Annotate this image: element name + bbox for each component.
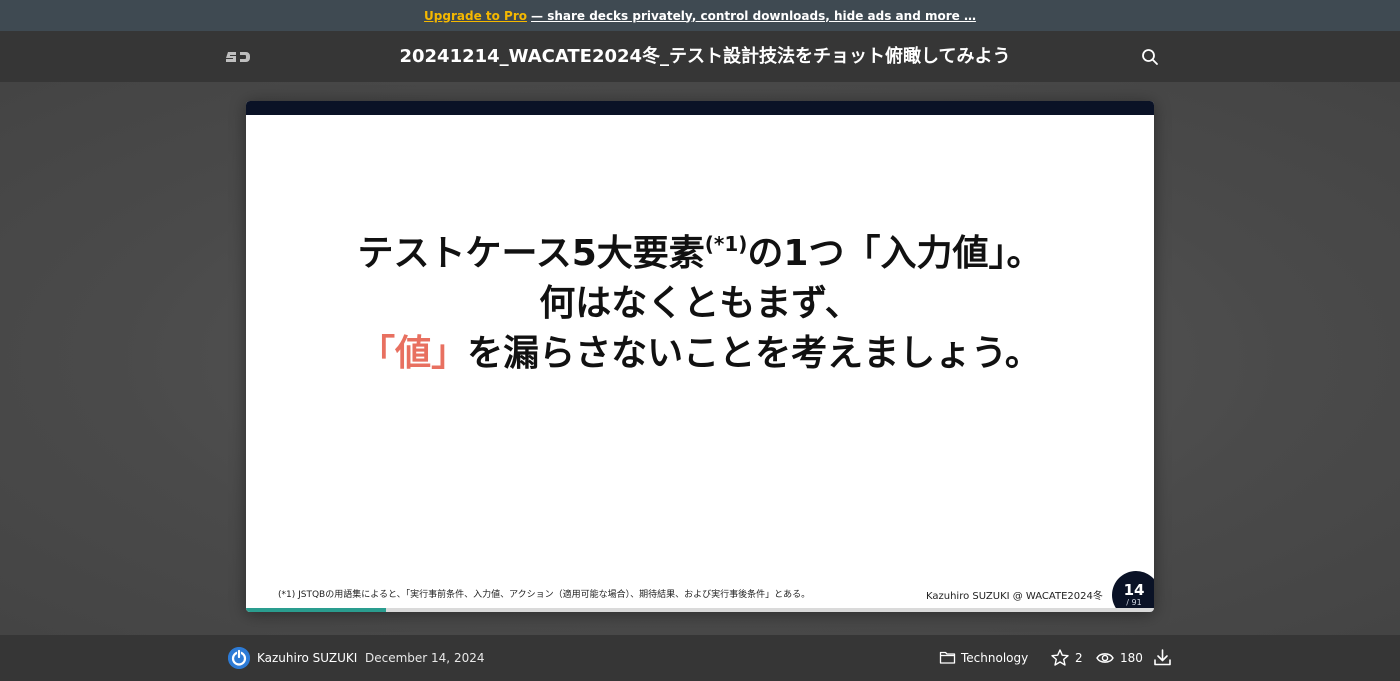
slide-line-1-main: テストケース5大要素: [357, 233, 705, 274]
slide-progress-fill: [246, 608, 386, 612]
author-name-link[interactable]: Kazuhiro SUZUKI: [257, 651, 357, 665]
star-icon[interactable]: [1050, 648, 1070, 668]
category-link[interactable]: Technology: [961, 651, 1028, 665]
author-avatar[interactable]: [228, 647, 250, 669]
slide-header-band: [246, 101, 1154, 115]
slide-line-1-tail: の1つ「入力値」。: [747, 233, 1043, 274]
deck-title: 20241214_WACATE2024冬_テスト設計技法をチョット俯瞰してみよう: [399, 46, 1011, 67]
promo-details-link[interactable]: — share decks privately, control downloa…: [531, 9, 976, 23]
promo-banner: Upgrade to Pro — share decks privately, …: [0, 0, 1400, 31]
star-count: 2: [1075, 651, 1083, 665]
slide-line-1: テストケース5大要素(*1)の1つ「入力値」。: [246, 219, 1154, 279]
publish-date: December 14, 2024: [365, 651, 485, 665]
slide-credit: Kazuhiro SUZUKI @ WACATE2024冬: [926, 591, 1103, 602]
upgrade-pro-link[interactable]: Upgrade to Pro: [424, 9, 527, 23]
slide-line-3-rest: を漏らさないことを考えましょう。: [467, 333, 1041, 374]
slide-line-2: 何はなくともまず、: [539, 283, 861, 324]
bottom-bar: Kazuhiro SUZUKI December 14, 2024 Techno…: [0, 635, 1400, 681]
search-icon[interactable]: [1140, 47, 1160, 67]
top-bar: 20241214_WACATE2024冬_テスト設計技法をチョット俯瞰してみよう: [0, 31, 1400, 82]
slide-body: テストケース5大要素(*1)の1つ「入力値」。 何はなくともまず、 「値」を漏ら…: [246, 219, 1154, 379]
page-number-badge: 14 / 91: [1112, 571, 1154, 612]
folder-icon: [939, 650, 956, 665]
slide-footnote: (*1) JSTQBの用語集によると、「実行事前条件、入力値、アクション（適用可…: [278, 590, 811, 600]
slide-progress-bar[interactable]: [246, 608, 1154, 612]
slide-line-3-accent: 「値」: [359, 333, 468, 374]
footnote-marker: (*1): [704, 232, 748, 256]
slide-line-3: 「値」を漏らさないことを考えましょう。: [246, 329, 1154, 379]
view-count: 180: [1120, 651, 1143, 665]
download-icon[interactable]: [1153, 648, 1172, 667]
slide-viewer[interactable]: テストケース5大要素(*1)の1つ「入力値」。 何はなくともまず、 「値」を漏ら…: [246, 101, 1154, 612]
speakerdeck-logo[interactable]: [226, 48, 252, 66]
page-total: / 91: [1126, 598, 1142, 607]
page-current: 14: [1123, 581, 1145, 599]
eye-icon: [1096, 649, 1114, 667]
